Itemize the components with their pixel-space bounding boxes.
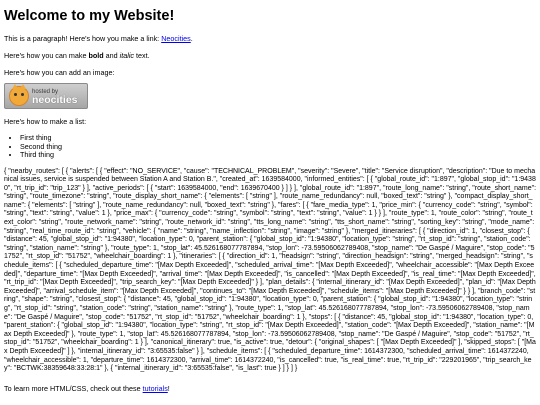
tutorials-suffix: ! — [167, 383, 170, 393]
intro-text: This is a paragraph! Here's how you make… — [4, 34, 162, 43]
formatting-text-prefix: Here's how you can make — [4, 51, 89, 60]
badge-neocities: neocities — [32, 94, 78, 106]
list-item: Third thing — [20, 150, 536, 160]
tutorials-paragraph: To learn more HTML/CSS, check out these … — [4, 384, 536, 393]
image-paragraph: Here's how you can add an image: — [4, 68, 115, 77]
page-body: Welcome to my Website! This is a paragra… — [0, 0, 540, 393]
bold-text: bold — [88, 51, 104, 60]
tutorials-text: To learn more HTML/CSS, check out these — [4, 383, 143, 393]
list-paragraph: Here's how to make a list: — [4, 117, 87, 126]
badge-text: hosted by neocities — [32, 88, 78, 106]
json-text-block: { "nearby_routes": [ { "alerts": [ { "ef… — [4, 167, 537, 373]
intro-suffix: . — [190, 34, 193, 43]
neocities-cat-icon — [9, 84, 29, 106]
formatting-text-suffix: text. — [134, 51, 150, 60]
cat-eye-left — [14, 93, 17, 96]
intro-paragraph: This is a paragraph! Here's how you make… — [4, 34, 536, 43]
formatting-text-middle: and — [103, 51, 120, 60]
page-title: Welcome to my Website! — [4, 8, 175, 24]
neocities-link[interactable]: Neocities — [161, 34, 191, 43]
list-item: First thing — [20, 133, 536, 143]
tutorials-link[interactable]: tutorials — [143, 384, 168, 393]
list-item: Second thing — [20, 142, 536, 152]
cat-eye-right — [21, 93, 24, 96]
bullet-list: First thing Second thing Third thing — [4, 133, 536, 160]
italic-text: italic — [119, 51, 135, 60]
hosted-by-neocities-badge[interactable]: hosted by neocities — [4, 83, 88, 109]
formatting-paragraph: Here's how you can make bold and italic … — [4, 51, 536, 60]
